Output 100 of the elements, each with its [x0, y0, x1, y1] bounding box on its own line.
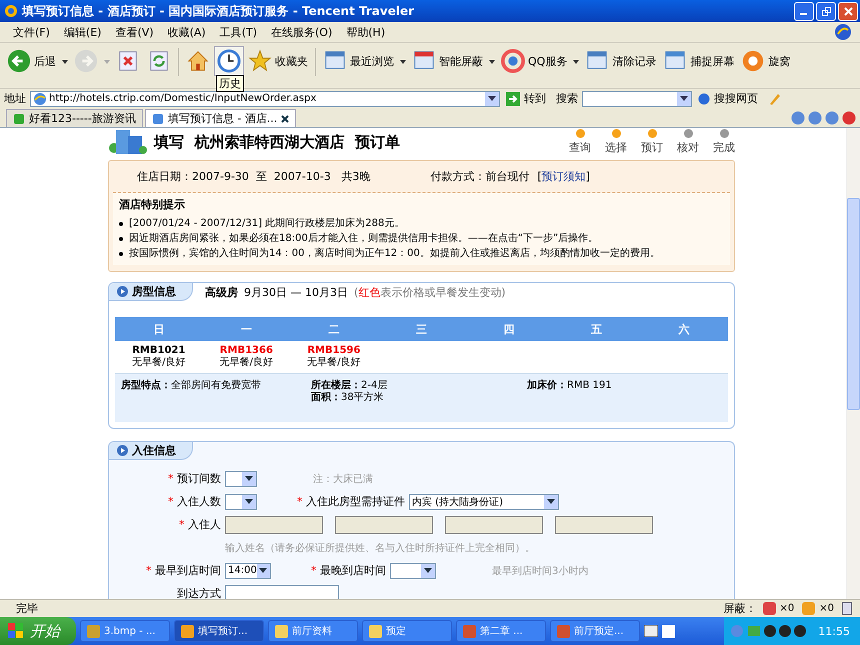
- dropdown-select[interactable]: [225, 470, 257, 486]
- dropdown-arrow-icon: [680, 96, 688, 101]
- taskbar-item[interactable]: 第二章 ...: [456, 620, 546, 642]
- step-label: 预订: [641, 140, 663, 155]
- address-field[interactable]: http://hotels.ctrip.com/Domestic/InputNewOrder.aspx: [30, 90, 500, 106]
- booking-notice-link[interactable]: 预订须知: [542, 169, 586, 184]
- menu-item[interactable]: 工具(T): [212, 24, 264, 40]
- status-text: 完毕: [16, 601, 39, 616]
- taskbar-item[interactable]: 填写预订...: [174, 620, 264, 642]
- search-label: 搜索: [556, 91, 578, 106]
- field-label: 到达方式: [176, 586, 221, 599]
- dropdown-arrow-icon: [245, 499, 253, 504]
- tab-nav-icon[interactable]: [825, 111, 839, 125]
- dropdown-select[interactable]: 内宾 (持大陆身份证): [409, 494, 559, 510]
- maximize-button[interactable]: [816, 2, 836, 20]
- notice-text: 因近期酒店房间紧张，如果必须在18:00后才能入住，则需提供信用卡担保。——在点击“下一步”后操作。: [129, 232, 598, 246]
- app-icon: [557, 624, 570, 638]
- field-label: * 入住人数: [167, 494, 221, 509]
- dropdown-select[interactable]: 14:00: [225, 562, 271, 578]
- taskbar-item[interactable]: 前厅预定...: [550, 620, 640, 642]
- menu-item[interactable]: 收藏(A): [160, 24, 213, 40]
- close-tab-icon[interactable]: [281, 114, 290, 122]
- bracket: ]: [586, 170, 590, 183]
- close-button[interactable]: [838, 2, 858, 20]
- app-icon: [181, 624, 194, 638]
- toolbar-button[interactable]: 收藏夹: [245, 46, 311, 76]
- taskbar-item[interactable]: 前厅资料: [268, 620, 358, 642]
- dropdown-arrow-icon[interactable]: [573, 60, 580, 64]
- search-engine-icon: [698, 92, 710, 104]
- toolbar-button[interactable]: 后退: [4, 46, 59, 76]
- clock: 11:55: [818, 624, 850, 638]
- toolbar-button[interactable]: QQ服务: [498, 46, 570, 76]
- swirl-icon: [741, 49, 766, 73]
- feature-text: 面积：38平方米: [311, 392, 384, 403]
- weekday-header: 日: [152, 322, 166, 336]
- bracket: [: [537, 170, 542, 183]
- search-field[interactable]: [582, 90, 692, 106]
- notice-heading: 酒店特别提示: [119, 197, 186, 212]
- field-label: * 入住人: [178, 517, 221, 532]
- meal-info: 无早餐/良好: [220, 357, 274, 369]
- browser-tab[interactable]: 好看123-----旅游资讯: [6, 109, 143, 127]
- restore-icon: [822, 6, 830, 16]
- toolbar-button[interactable]: [214, 46, 244, 76]
- dropdown-arrow-icon[interactable]: [489, 60, 495, 64]
- dropdown-arrow-icon[interactable]: [62, 60, 68, 64]
- blocked-count: ×0: [780, 603, 794, 614]
- tab-nav-icon[interactable]: [791, 111, 805, 125]
- dropdown-arrow-icon: [488, 96, 496, 101]
- notice-text: [2007/01/24 - 2007/12/31] 此期间行政楼层加床为288元。: [129, 216, 404, 231]
- toolbar-button[interactable]: 最近浏览: [320, 46, 397, 76]
- dropdown-arrow-icon: [245, 476, 253, 481]
- menu-item[interactable]: 查看(V): [108, 24, 161, 40]
- menu-item[interactable]: 在线服务(O): [264, 24, 340, 40]
- search-engine-button[interactable]: 搜搜网页: [696, 91, 764, 106]
- step-label: 查询: [569, 140, 591, 155]
- room-price: RMB1366: [220, 345, 273, 356]
- bullet-icon: [119, 222, 123, 226]
- app-icon: [463, 624, 476, 638]
- field-note: 最早到店时间3小时内: [492, 564, 588, 578]
- step-label: 完成: [713, 140, 735, 155]
- weekday-header: 二: [327, 322, 340, 336]
- minimize-button[interactable]: [794, 2, 814, 20]
- room-name: 高级房: [205, 284, 238, 300]
- clock-icon: [217, 49, 241, 73]
- play-circle-icon: [117, 445, 128, 456]
- menu-item[interactable]: 帮助(H): [339, 24, 392, 40]
- close-icon: [844, 6, 852, 16]
- room-price: RMB1596: [307, 345, 360, 356]
- step-label: 选择: [605, 140, 627, 155]
- payment-method: 付款方式：前台现付: [430, 169, 530, 184]
- blocked-count: ×0: [819, 603, 834, 614]
- scrollbar[interactable]: [846, 128, 860, 599]
- weekday-header: 五: [590, 322, 604, 336]
- weekday-header: 六: [677, 322, 691, 336]
- tab-nav-icon[interactable]: [808, 111, 822, 125]
- go-button[interactable]: 转到: [504, 91, 552, 106]
- dropdown-arrow-icon[interactable]: [400, 60, 406, 64]
- dropdown-select[interactable]: [225, 494, 257, 510]
- app-icon: [87, 624, 100, 638]
- page-icon: [33, 92, 47, 106]
- block-icon: [762, 602, 776, 615]
- toolbar-button[interactable]: 捕捉屏幕: [660, 46, 738, 76]
- dropdown-arrow-icon: [259, 568, 268, 573]
- dropdown-select[interactable]: [390, 562, 436, 578]
- bullet-icon: [119, 236, 123, 240]
- toolbar-button[interactable]: 智能屏蔽: [409, 46, 486, 76]
- dropdown-arrow-icon: [424, 568, 432, 573]
- taskbar-item[interactable]: 3.bmp - ...: [80, 620, 170, 642]
- feature-text: 房型特点：全部房间有免费宽带: [121, 380, 261, 391]
- refresh-icon: [147, 49, 171, 73]
- menu-item[interactable]: 文件(F): [6, 24, 57, 40]
- taskbar-item[interactable]: 预定: [362, 620, 452, 642]
- browser-tab[interactable]: 填写预订信息 - 酒店...: [144, 109, 296, 127]
- toolbar-button[interactable]: 旋窝: [738, 46, 794, 76]
- field-note: 注：大床已满: [313, 472, 373, 486]
- tab-nav-icon[interactable]: [842, 111, 856, 125]
- toolbar-button[interactable]: 清除记录: [582, 46, 660, 76]
- text-input[interactable]: [225, 585, 339, 599]
- block-label: 屏蔽：: [724, 601, 756, 616]
- menu-item[interactable]: 编辑(E): [56, 24, 108, 40]
